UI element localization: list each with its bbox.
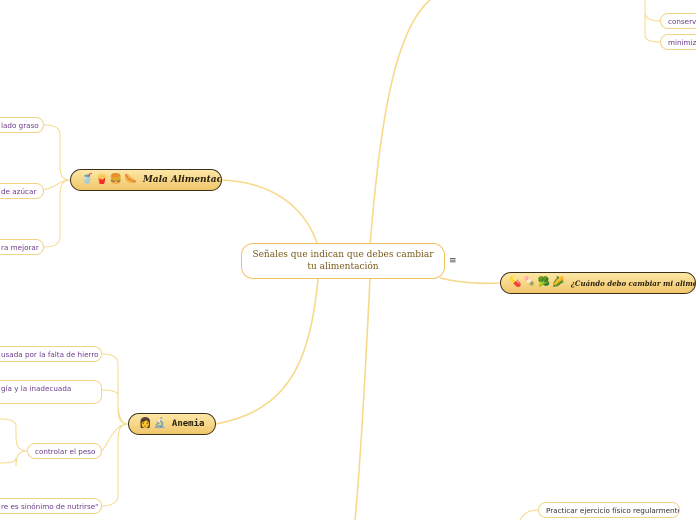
menu-icon[interactable]: ≡ (449, 256, 457, 266)
broccoli-icon: 🥦 (537, 277, 551, 288)
branch-bottom (354, 278, 371, 520)
microscope-icon: 🔬 (153, 418, 166, 429)
topic-cuando-cambiar[interactable]: 💊 🍡 🥦 🌽 ¿Cuándo debo cambiar mi alimenta… (500, 272, 696, 294)
branch-anemia (215, 278, 319, 425)
leaf-t1[interactable]: conserv (660, 13, 696, 29)
branch-cuando (439, 277, 501, 285)
topic-title: Anemia (171, 419, 205, 429)
leaf-a3[interactable]: controlar el peso (27, 443, 102, 459)
fries-icon: 🍟 (95, 174, 108, 185)
corn-icon: 🌽 (552, 277, 565, 288)
skewer-icon: 🍡 (523, 277, 536, 288)
woman-icon: 👩 (139, 418, 152, 429)
leaf-t2[interactable]: minimiz (660, 34, 696, 50)
leaf-a2[interactable]: gía y la inadecuada (0, 380, 102, 404)
central-topic[interactable]: Señales que indican que debes cambiar tu… (241, 243, 445, 279)
leaf-m1[interactable]: lado graso (0, 117, 44, 133)
topic-title: ¿Cuándo debo cambiar mi alimentación? (570, 278, 695, 288)
burger-icon: 🍔 (109, 174, 123, 185)
branch-top (369, 0, 431, 247)
topic-mala-alimentacion[interactable]: 🥤 🍟 🍔 🌭 Mala Alimentación (70, 169, 222, 191)
leaf-a4[interactable]: re es sinónimo de nutrirse" (0, 498, 102, 514)
hotdog-icon: 🌭 (124, 174, 137, 185)
leaf-b1[interactable]: Practicar ejercicio físico regularmente. (538, 502, 680, 518)
topic-anemia[interactable]: 👩 🔬 Anemia (128, 413, 216, 435)
central-topic-text: Señales que indican que debes cambiar tu… (252, 250, 434, 272)
leaf-m2[interactable]: de azúcar (0, 183, 44, 199)
pill-icon: 💊 (509, 277, 522, 288)
leaf-m3[interactable]: ra mejorar (0, 239, 44, 255)
branch-mala (221, 179, 319, 247)
leaf-a1[interactable]: usada por la falta de hierro (0, 346, 102, 362)
topic-title: Mala Alimentación (142, 175, 222, 185)
drink-icon: 🥤 (81, 174, 94, 185)
